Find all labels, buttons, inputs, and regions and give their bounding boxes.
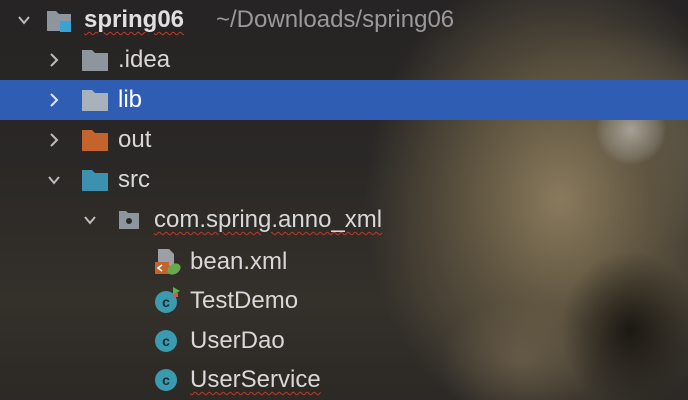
tree-item-src[interactable]: src bbox=[0, 160, 688, 200]
svg-text:c: c bbox=[162, 333, 170, 349]
svg-text:c: c bbox=[162, 294, 170, 310]
svg-text:c: c bbox=[162, 372, 170, 388]
chevron-down-icon[interactable] bbox=[14, 10, 34, 30]
root-project-name: spring06 bbox=[84, 6, 185, 33]
tree-item-label: com.spring.anno_xml bbox=[154, 206, 383, 233]
chevron-right-icon[interactable] bbox=[44, 90, 64, 110]
chevron-right-icon[interactable] bbox=[44, 50, 64, 70]
tree-item-out[interactable]: out bbox=[0, 120, 688, 160]
project-tree: spring06 ~/Downloads/spring06 .idea lib … bbox=[0, 0, 688, 400]
tree-item-idea[interactable]: .idea bbox=[0, 40, 688, 80]
chevron-down-icon[interactable] bbox=[80, 210, 100, 230]
module-folder-icon bbox=[44, 5, 74, 35]
tree-item-label: src bbox=[118, 166, 150, 193]
folder-icon bbox=[80, 45, 110, 75]
class-icon: c bbox=[152, 365, 182, 395]
source-folder-icon bbox=[80, 165, 110, 195]
tree-item-testdemo[interactable]: c TestDemo bbox=[0, 281, 688, 321]
tree-item-label: TestDemo bbox=[190, 287, 299, 314]
tree-item-label: out bbox=[118, 126, 152, 153]
tree-item-userdao[interactable]: c UserDao bbox=[0, 321, 688, 361]
runnable-class-icon: c bbox=[152, 286, 182, 316]
tree-item-label: UserService bbox=[190, 366, 321, 393]
chevron-down-icon[interactable] bbox=[44, 170, 64, 190]
tree-item-bean-xml[interactable]: bean.xml bbox=[0, 242, 688, 282]
tree-item-package[interactable]: com.spring.anno_xml bbox=[0, 200, 688, 240]
root-project-path: ~/Downloads/spring06 bbox=[216, 6, 455, 33]
spring-xml-file-icon bbox=[152, 247, 182, 277]
package-icon bbox=[114, 205, 144, 235]
tree-item-userservice[interactable]: c UserService bbox=[0, 360, 688, 400]
tree-item-label: .idea bbox=[118, 46, 171, 73]
excluded-folder-icon bbox=[80, 125, 110, 155]
class-icon: c bbox=[152, 326, 182, 356]
folder-icon bbox=[80, 85, 110, 115]
tree-item-label: UserDao bbox=[190, 327, 285, 354]
tree-item-lib[interactable]: lib bbox=[0, 80, 688, 120]
tree-item-label: lib bbox=[118, 86, 143, 113]
chevron-right-icon[interactable] bbox=[44, 130, 64, 150]
tree-item-label: bean.xml bbox=[190, 248, 288, 275]
tree-root-row[interactable]: spring06 ~/Downloads/spring06 bbox=[0, 0, 688, 40]
